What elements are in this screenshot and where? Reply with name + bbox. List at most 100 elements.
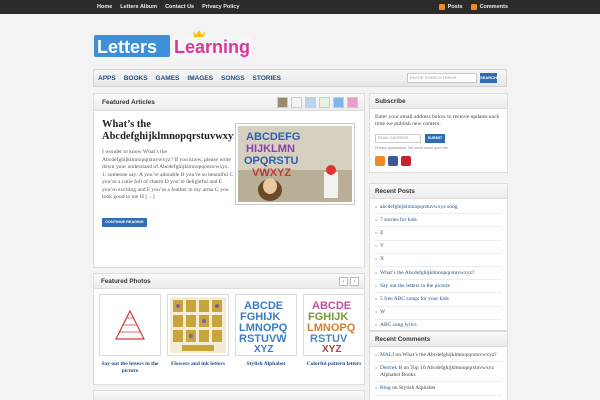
- main-column: Featured Articles What’s the Abcdefghijk…: [93, 93, 365, 400]
- photo-caption: Flowers and ink letters: [171, 361, 225, 367]
- subscribe-text: Enter your email address below to receiv…: [375, 114, 500, 128]
- featured-article-image[interactable]: ABCDEFG HIJKLMN OPQRSTU VWXYZ: [235, 123, 355, 205]
- featured-thumbnails: [277, 97, 358, 108]
- posts-feed-label: Posts: [447, 4, 463, 10]
- featured-thumb-3[interactable]: [305, 97, 316, 108]
- rss-icon[interactable]: [375, 155, 385, 166]
- logo-text-learning: Learning: [174, 37, 250, 57]
- recent-comments-list: MALI on What’s the Abcdefghijklmnopqrstu…: [370, 347, 507, 396]
- recent-post-link[interactable]: 5 free ABC songs for your kids: [375, 293, 502, 307]
- letter-triangle-image: [102, 297, 158, 353]
- top-bar: Home Letters Album Contact Us Privacy Po…: [0, 0, 600, 14]
- featured-thumb-5[interactable]: [333, 97, 344, 108]
- feed-links: Posts Comments: [438, 0, 508, 14]
- rss-icon: [438, 4, 445, 10]
- colorful-pattern-letters-image: ABCDE FGHIJK LMNOPQ RSTUV XYZ: [306, 297, 362, 353]
- photo-caption: Say out the letters in the picture: [101, 361, 159, 374]
- social-links: [370, 150, 507, 166]
- carousel-prev-button[interactable]: ‹: [339, 277, 348, 286]
- top-nav: Home Letters Album Contact Us Privacy Po…: [93, 0, 243, 14]
- nav-apps[interactable]: APPS: [94, 75, 120, 82]
- recent-post-link[interactable]: X: [375, 254, 502, 267]
- carousel-next-button[interactable]: ›: [350, 277, 359, 286]
- nav-stories[interactable]: STORIES: [249, 75, 285, 82]
- recent-comment: Derrrek B on Top 10 Abcdefghijklmnopqrst…: [375, 362, 502, 383]
- featured-articles-heading: Featured Articles: [102, 99, 155, 106]
- recent-posts-widget: Recent Posts abcdefghijklmnopqrstuvwxyz …: [369, 183, 508, 333]
- email-field[interactable]: EMAIL ADDRESS: [375, 133, 421, 143]
- photo-frame: ABCDE FGHIJK LMNOPQ RSTUV XYZ: [303, 294, 365, 356]
- recent-post-link[interactable]: abcdefghijklmnopqrstuvwxyz song: [375, 201, 502, 215]
- comment-target[interactable]: on What’s the Abcdefghijklmnopqrstuvwxyz…: [395, 352, 496, 358]
- recent-comment: MALI on What’s the Abcdefghijklmnopqrstu…: [375, 349, 502, 363]
- image-letters-row1: ABCDEFG: [246, 131, 300, 143]
- photo-item[interactable]: Say out the letters in the picture: [99, 294, 161, 375]
- article-title[interactable]: What’s the Abcdefghijklmnopqrstuvwxyz: [102, 119, 234, 143]
- recent-post-link[interactable]: W: [375, 307, 502, 320]
- pinterest-icon[interactable]: [401, 155, 411, 166]
- top-nav-privacy-policy[interactable]: Privacy Policy: [198, 0, 243, 14]
- next-section-header: [93, 390, 365, 400]
- featured-thumb-4[interactable]: [319, 97, 330, 108]
- crown-icon: [193, 30, 205, 37]
- colorful-row-5: XYZ: [322, 344, 341, 353]
- article-excerpt: I wonder to know What’s the Abcdefghijkl…: [102, 149, 234, 200]
- recent-post-link[interactable]: What’s the Abcdefghijklmnopqrstuvwxyz?: [375, 267, 502, 281]
- photo-item[interactable]: Flowers and ink letters: [167, 294, 229, 368]
- site-logo[interactable]: Letters Learning: [93, 30, 253, 62]
- recent-post-link[interactable]: Z: [375, 227, 502, 241]
- featured-photos-carousel: Say out the letters in the picture Flowe…: [93, 289, 365, 385]
- search-input[interactable]: ENTER SEARCH TERMS: [407, 73, 478, 83]
- recent-comments-heading: Recent Comments: [370, 332, 507, 347]
- comment-target[interactable]: on Stylish Alphabet: [392, 385, 435, 391]
- featured-thumb-2[interactable]: [291, 97, 302, 108]
- image-letters-row4: VWXYZ: [252, 167, 291, 179]
- subscribe-heading: Subscribe: [370, 94, 507, 109]
- nav-songs[interactable]: SONGS: [217, 75, 248, 82]
- article-title-line2: Abcdefghijklmnopqrstuvwxyz: [102, 131, 234, 142]
- nav-games[interactable]: GAMES: [152, 75, 184, 82]
- logo-text-letters: Letters: [97, 37, 157, 57]
- photo-caption: Stylish Alphabet: [246, 361, 286, 367]
- facebook-icon[interactable]: [388, 155, 398, 166]
- subscribe-widget: Subscribe Enter your email address below…: [369, 93, 508, 173]
- featured-thumb-6[interactable]: [347, 97, 358, 108]
- stylish-row-5: XYZ: [254, 344, 273, 353]
- main-nav: APPS BOOKS GAMES IMAGES SONGS STORIES EN…: [93, 69, 507, 87]
- continue-reading-button[interactable]: CONTINUE READING: [102, 218, 147, 227]
- photo-item[interactable]: ABCDE FGHIJK LMNOPQ RSTUV XYZ Colorful p…: [303, 294, 365, 368]
- recent-post-link[interactable]: Say out the letters in the picture: [375, 280, 502, 294]
- search-form: ENTER SEARCH TERMS SEARCH: [407, 73, 497, 83]
- featured-photos-heading: Featured Photos: [101, 278, 151, 285]
- flowers-ink-letters-image: [170, 297, 226, 353]
- image-letters-row2: HIJKLMN: [246, 143, 295, 155]
- article-title-line1: What’s the: [102, 119, 151, 130]
- top-nav-letters-album[interactable]: Letters Album: [116, 0, 161, 14]
- top-nav-home[interactable]: Home: [93, 0, 116, 14]
- recent-comments-widget: Recent Comments MALI on What’s the Abcde…: [369, 331, 508, 400]
- recent-post-link[interactable]: Y: [375, 241, 502, 254]
- comments-feed-label: Comments: [479, 4, 508, 10]
- comment-author[interactable]: Derrrek B: [380, 365, 402, 371]
- comments-feed-link[interactable]: Comments: [470, 0, 508, 14]
- comment-author[interactable]: Bing: [380, 385, 391, 391]
- top-nav-contact-us[interactable]: Contact Us: [161, 0, 198, 14]
- search-button[interactable]: SEARCH: [480, 73, 497, 83]
- submit-button[interactable]: SUBMIT: [425, 133, 445, 143]
- nav-books[interactable]: BOOKS: [120, 75, 152, 82]
- featured-photos-header: Featured Photos ‹ ›: [93, 273, 365, 289]
- recent-posts-heading: Recent Posts: [370, 184, 507, 199]
- cartoon-figure-2: [324, 172, 338, 198]
- nav-images[interactable]: IMAGES: [183, 75, 217, 82]
- site-logo-graphic: Letters Learning: [94, 30, 251, 57]
- featured-thumb-1[interactable]: [277, 97, 288, 108]
- recent-posts-list: abcdefghijklmnopqrstuvwxyz song 7 storie…: [370, 199, 507, 333]
- comment-author[interactable]: MALI: [380, 352, 394, 358]
- subscribe-form: EMAIL ADDRESS SUBMIT: [370, 129, 507, 143]
- recent-post-link[interactable]: 7 stories for kids: [375, 214, 502, 228]
- featured-articles-panel: Featured Articles What’s the Abcdefghijk…: [93, 93, 365, 268]
- photo-item[interactable]: ABCDE FGHIJK LMNOPQ RSTUVW XYZ Stylish A…: [235, 294, 297, 368]
- photo-frame: [167, 294, 229, 356]
- photo-carousel-arrows: ‹ ›: [339, 277, 359, 286]
- posts-feed-link[interactable]: Posts: [438, 0, 463, 14]
